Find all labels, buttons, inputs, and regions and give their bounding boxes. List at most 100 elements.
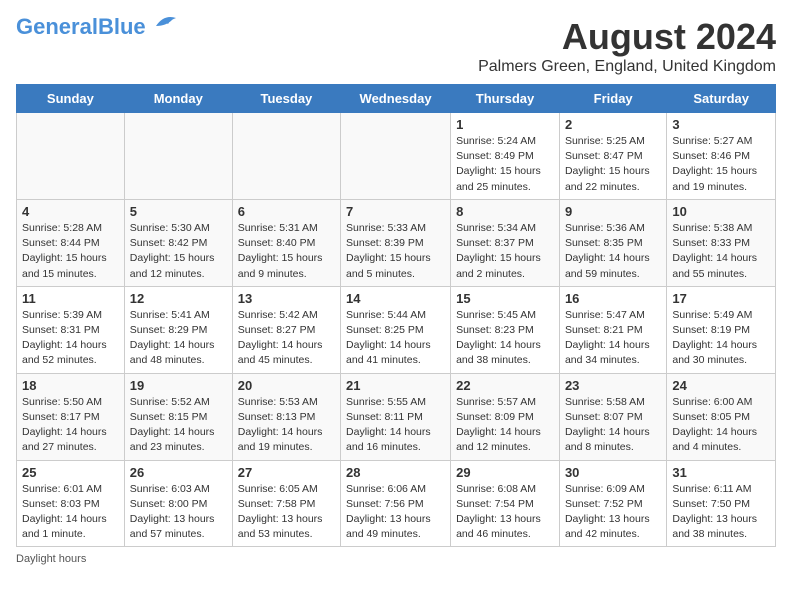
day-number: 15 [456,291,554,306]
calendar-day-cell: 29 Sunrise: 6:08 AM Sunset: 7:54 PM Dayli… [451,460,560,547]
calendar-week-row: 4 Sunrise: 5:28 AM Sunset: 8:44 PM Daylig… [17,199,776,286]
day-number: 23 [565,378,661,393]
day-info: Sunrise: 5:47 AM Sunset: 8:21 PM Dayligh… [565,308,661,369]
calendar-day-cell: 6Sunrise: 5:31 AM Sunset: 8:40 PM Daylig… [232,199,340,286]
calendar-day-cell [17,113,125,200]
day-number: 31 [672,465,770,480]
day-number: 21 [346,378,445,393]
day-info: Sunrise: 5:45 AM Sunset: 8:23 PM Dayligh… [456,308,554,369]
day-number: 18 [22,378,119,393]
calendar-day-cell: 19 Sunrise: 5:52 AM Sunset: 8:15 PM Dayli… [124,373,232,460]
day-info: Sunrise: 5:34 AM Sunset: 8:37 PM Dayligh… [456,221,554,282]
calendar-day-cell: 16 Sunrise: 5:47 AM Sunset: 8:21 PM Dayli… [559,286,666,373]
calendar-day-cell: 31Sunrise: 6:11 AM Sunset: 7:50 PM Dayli… [667,460,776,547]
day-info: Sunrise: 5:58 AM Sunset: 8:07 PM Dayligh… [565,395,661,456]
calendar-day-header: Thursday [451,85,560,113]
day-info: Sunrise: 5:28 AM Sunset: 8:44 PM Dayligh… [22,221,119,282]
day-number: 8 [456,204,554,219]
calendar-day-cell: 9 Sunrise: 5:36 AM Sunset: 8:35 PM Daylig… [559,199,666,286]
day-info: Sunrise: 5:55 AM Sunset: 8:11 PM Dayligh… [346,395,445,456]
calendar-day-cell: 27Sunrise: 6:05 AM Sunset: 7:58 PM Dayli… [232,460,340,547]
day-info: Sunrise: 5:27 AM Sunset: 8:46 PM Dayligh… [672,134,770,195]
calendar-day-cell [341,113,451,200]
day-info: Sunrise: 5:31 AM Sunset: 8:40 PM Dayligh… [238,221,335,282]
calendar-day-cell: 21 Sunrise: 5:55 AM Sunset: 8:11 PM Dayli… [341,373,451,460]
day-number: 3 [672,117,770,132]
calendar-week-row: 1Sunrise: 5:24 AM Sunset: 8:49 PM Daylig… [17,113,776,200]
day-info: Sunrise: 5:24 AM Sunset: 8:49 PM Dayligh… [456,134,554,195]
day-number: 20 [238,378,335,393]
calendar-day-cell: 12 Sunrise: 5:41 AM Sunset: 8:29 PM Dayli… [124,286,232,373]
day-number: 24 [672,378,770,393]
calendar-week-row: 11Sunrise: 5:39 AM Sunset: 8:31 PM Dayli… [17,286,776,373]
day-number: 5 [130,204,227,219]
day-number: 30 [565,465,661,480]
day-number: 10 [672,204,770,219]
day-number: 19 [130,378,227,393]
day-number: 2 [565,117,661,132]
day-number: 4 [22,204,119,219]
day-info: Sunrise: 5:49 AM Sunset: 8:19 PM Dayligh… [672,308,770,369]
calendar-day-cell: 3 Sunrise: 5:27 AM Sunset: 8:46 PM Daylig… [667,113,776,200]
day-number: 13 [238,291,335,306]
day-info: Sunrise: 5:52 AM Sunset: 8:15 PM Dayligh… [130,395,227,456]
day-number: 25 [22,465,119,480]
day-info: Sunrise: 5:42 AM Sunset: 8:27 PM Dayligh… [238,308,335,369]
day-number: 28 [346,465,445,480]
calendar-day-cell: 7 Sunrise: 5:33 AM Sunset: 8:39 PM Daylig… [341,199,451,286]
calendar-day-header: Sunday [17,85,125,113]
day-number: 14 [346,291,445,306]
logo: GeneralBlue [16,16,180,38]
calendar-day-header: Wednesday [341,85,451,113]
calendar-day-cell: 24 Sunrise: 6:00 AM Sunset: 8:05 PM Dayli… [667,373,776,460]
title-area: August 2024 Palmers Green, England, Unit… [478,16,776,76]
subtitle: Palmers Green, England, United Kingdom [478,58,776,76]
day-info: Sunrise: 5:50 AM Sunset: 8:17 PM Dayligh… [22,395,119,456]
day-number: 17 [672,291,770,306]
day-info: Sunrise: 6:09 AM Sunset: 7:52 PM Dayligh… [565,482,661,543]
day-number: 26 [130,465,227,480]
day-info: Sunrise: 5:36 AM Sunset: 8:35 PM Dayligh… [565,221,661,282]
calendar-day-cell: 14Sunrise: 5:44 AM Sunset: 8:25 PM Dayli… [341,286,451,373]
calendar-day-header: Friday [559,85,666,113]
day-info: Sunrise: 5:30 AM Sunset: 8:42 PM Dayligh… [130,221,227,282]
calendar-day-cell: 11Sunrise: 5:39 AM Sunset: 8:31 PM Dayli… [17,286,125,373]
day-info: Sunrise: 5:38 AM Sunset: 8:33 PM Dayligh… [672,221,770,282]
calendar-day-cell: 10 Sunrise: 5:38 AM Sunset: 8:33 PM Dayli… [667,199,776,286]
day-info: Sunrise: 5:33 AM Sunset: 8:39 PM Dayligh… [346,221,445,282]
day-number: 12 [130,291,227,306]
calendar-day-cell: 17 Sunrise: 5:49 AM Sunset: 8:19 PM Dayli… [667,286,776,373]
calendar-day-cell: 18 Sunrise: 5:50 AM Sunset: 8:17 PM Dayli… [17,373,125,460]
logo-bird-icon [148,12,180,34]
day-number: 7 [346,204,445,219]
calendar-day-cell: 22Sunrise: 5:57 AM Sunset: 8:09 PM Dayli… [451,373,560,460]
day-info: Sunrise: 6:03 AM Sunset: 8:00 PM Dayligh… [130,482,227,543]
calendar-day-header: Saturday [667,85,776,113]
logo-text: GeneralBlue [16,16,146,38]
calendar-day-cell [232,113,340,200]
calendar-week-row: 18 Sunrise: 5:50 AM Sunset: 8:17 PM Dayli… [17,373,776,460]
calendar-day-header: Tuesday [232,85,340,113]
day-number: 22 [456,378,554,393]
calendar-day-cell: 15 Sunrise: 5:45 AM Sunset: 8:23 PM Dayli… [451,286,560,373]
calendar-day-cell: 8 Sunrise: 5:34 AM Sunset: 8:37 PM Daylig… [451,199,560,286]
calendar-day-cell: 25Sunrise: 6:01 AM Sunset: 8:03 PM Dayli… [17,460,125,547]
day-info: Sunrise: 6:08 AM Sunset: 7:54 PM Dayligh… [456,482,554,543]
calendar-day-cell: 4 Sunrise: 5:28 AM Sunset: 8:44 PM Daylig… [17,199,125,286]
calendar-table: SundayMondayTuesdayWednesdayThursdayFrid… [16,84,776,547]
calendar-day-cell: 28 Sunrise: 6:06 AM Sunset: 7:56 PM Dayli… [341,460,451,547]
day-info: Sunrise: 6:06 AM Sunset: 7:56 PM Dayligh… [346,482,445,543]
calendar-day-header: Monday [124,85,232,113]
calendar-day-cell: 2 Sunrise: 5:25 AM Sunset: 8:47 PM Daylig… [559,113,666,200]
day-number: 16 [565,291,661,306]
day-info: Sunrise: 6:00 AM Sunset: 8:05 PM Dayligh… [672,395,770,456]
page-header: GeneralBlue August 2024 Palmers Green, E… [16,16,776,76]
day-info: Sunrise: 5:41 AM Sunset: 8:29 PM Dayligh… [130,308,227,369]
calendar-week-row: 25Sunrise: 6:01 AM Sunset: 8:03 PM Dayli… [17,460,776,547]
day-number: 11 [22,291,119,306]
day-info: Sunrise: 5:25 AM Sunset: 8:47 PM Dayligh… [565,134,661,195]
day-info: Sunrise: 6:05 AM Sunset: 7:58 PM Dayligh… [238,482,335,543]
day-number: 9 [565,204,661,219]
day-number: 29 [456,465,554,480]
day-info: Sunrise: 5:53 AM Sunset: 8:13 PM Dayligh… [238,395,335,456]
